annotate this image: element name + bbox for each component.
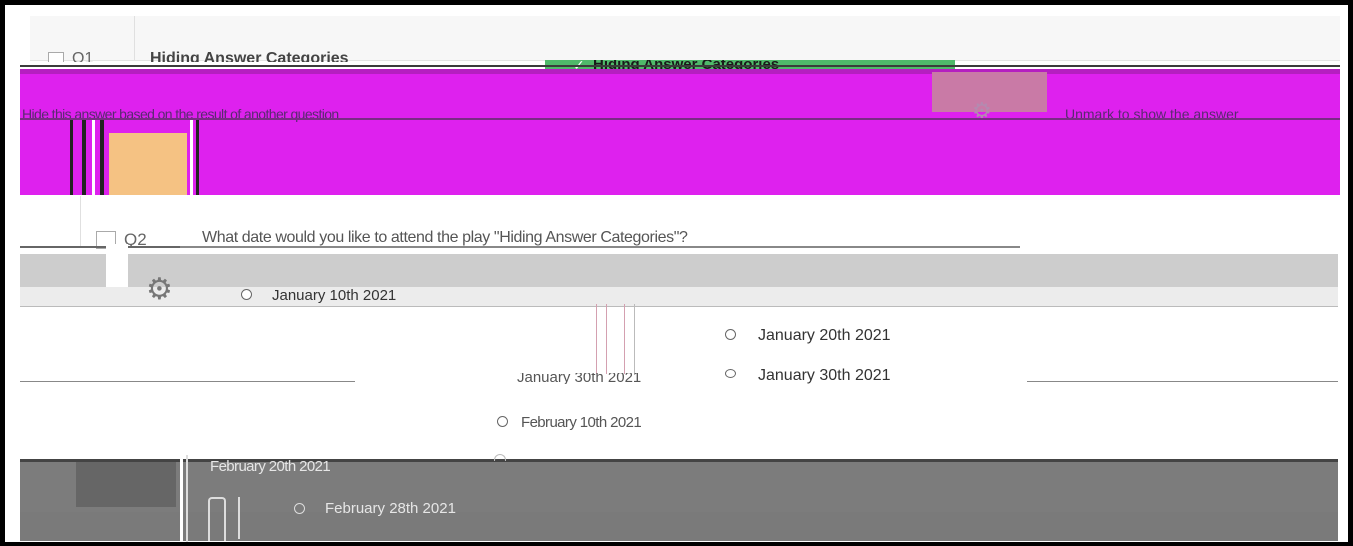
bar-c: [92, 120, 95, 195]
white-notch-bottom: [20, 287, 1338, 307]
left-column-divider: [134, 16, 135, 60]
option-1-label: January 10th 2021: [272, 287, 397, 304]
left-border: [80, 196, 81, 246]
bar-a: [70, 120, 73, 195]
bar-d: [100, 120, 104, 195]
option-3-shadow-clip: January 30th 2021: [495, 373, 695, 384]
logic-banner: [20, 72, 1340, 195]
option-1-radio-icon[interactable]: [241, 289, 252, 300]
lower-rule-right: [1027, 381, 1338, 382]
option-4-label: February 10th 2021: [521, 414, 642, 431]
q1-title: Hiding Answer Categories: [150, 50, 349, 62]
option-4-radio-icon[interactable]: [497, 416, 508, 427]
option-6-radio-icon[interactable]: [294, 503, 305, 514]
vert-lines: [596, 304, 636, 374]
bottom-vline-2: [186, 455, 188, 542]
bottom-bracket: [208, 497, 226, 541]
bar-f: [196, 120, 199, 195]
top-rule: [20, 65, 1340, 67]
orange-block: [109, 133, 187, 195]
bottom-bracket-2: [238, 497, 250, 539]
banner-rule: [20, 118, 1340, 120]
q1-checkbox-icon[interactable]: [48, 52, 64, 62]
vline-4: [634, 304, 635, 374]
options-gray-band: [20, 254, 1338, 288]
bar-e: [190, 120, 193, 195]
option-3-label-clip: January 30th 2021: [758, 367, 958, 384]
banner-top-strip: [20, 69, 1340, 74]
option-6-label: February 28th 2021: [325, 500, 456, 517]
option-3-radio-icon[interactable]: [725, 369, 736, 378]
mid-rule: [20, 306, 1338, 307]
option-5-label: February 20th 2021: [210, 458, 331, 475]
bottom-dark-block: [76, 462, 176, 507]
vline-2: [606, 304, 607, 374]
bottom-vline-1: [180, 455, 183, 542]
bottom-option-radio-icon-top: [494, 454, 506, 461]
q2-rule-left: [20, 246, 180, 248]
q1-number: Q1: [72, 50, 94, 62]
q2-question: What date would you like to attend the p…: [202, 229, 688, 246]
option-2-label: January 20th 2021: [758, 327, 891, 344]
option-3-label: January 30th 2021: [758, 367, 891, 384]
lower-rule-left: [20, 381, 355, 382]
vline-1: [596, 304, 597, 374]
gear-icon-2[interactable]: ⚙: [146, 275, 173, 305]
bar-b: [82, 120, 86, 195]
option-2-radio-icon[interactable]: [725, 329, 736, 340]
option-3-shadow-label: January 30th 2021: [517, 373, 642, 384]
q2-rule-right: [180, 246, 1020, 248]
vline-3: [624, 304, 625, 374]
